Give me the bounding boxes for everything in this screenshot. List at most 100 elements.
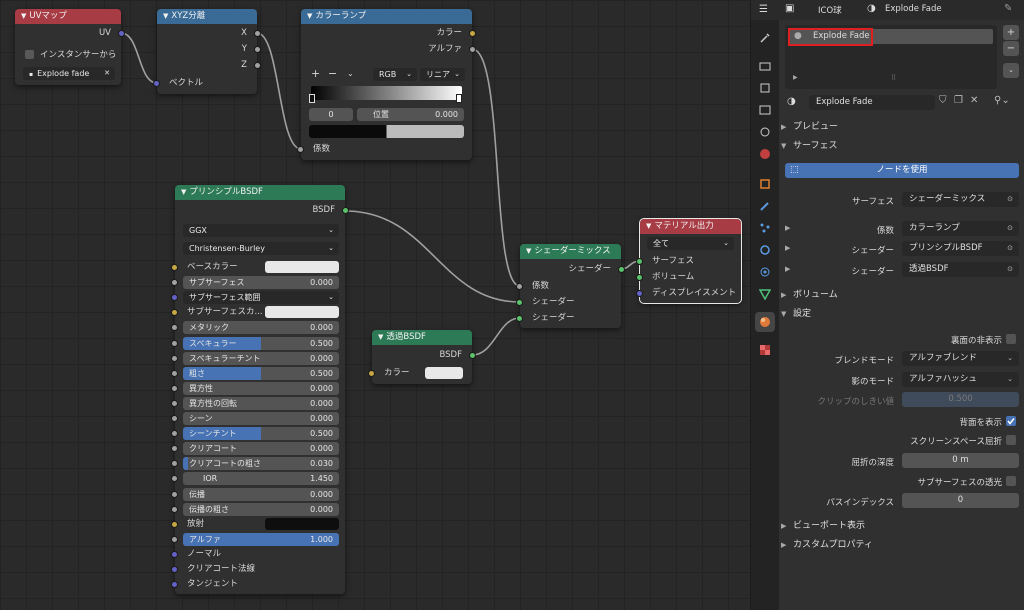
pass-index-field[interactable]: 0 <box>902 493 1019 508</box>
tab-render[interactable] <box>755 56 775 76</box>
tab-constraints[interactable] <box>755 262 775 282</box>
input-socket[interactable] <box>171 279 178 287</box>
transparent-color-socket[interactable] <box>368 370 375 377</box>
input-slider[interactable]: サブサーフェス 0.000 <box>183 276 339 290</box>
surface-socket-link-field[interactable]: プリンシプルBSDF ⊙ <box>902 241 1019 256</box>
bsdf-output-socket[interactable] <box>342 207 349 214</box>
input-socket[interactable] <box>171 324 178 332</box>
unlink-icon[interactable]: ✕ <box>970 95 978 106</box>
color-swatch[interactable] <box>265 517 339 530</box>
material-slot-list[interactable]: ● Explode Fade ▶ ⠿ <box>785 25 997 89</box>
uv-map-selector[interactable]: ▪ Explode fade ✕ <box>23 67 115 80</box>
transparent-color-swatch[interactable] <box>425 367 463 379</box>
input-slider[interactable]: クリアコート 0.000 <box>183 442 339 456</box>
input-slider[interactable]: スペキュラー 0.500 <box>183 336 339 350</box>
expand-arrow-icon[interactable]: ▶ <box>785 224 790 232</box>
add-slot-button[interactable]: + <box>1003 25 1019 40</box>
principled-node-header[interactable]: ▼ プリンシプルBSDF <box>175 185 345 200</box>
mix-shader-node-header[interactable]: ▼ シェーダーミックス <box>520 244 621 259</box>
tab-material[interactable] <box>755 312 775 332</box>
ramp-stop-right[interactable] <box>456 94 462 103</box>
color-ramp-node-header[interactable]: ▼ カラーランプ <box>301 9 472 24</box>
input-socket[interactable] <box>171 445 178 453</box>
pin-icon[interactable]: ✎ <box>1004 3 1012 14</box>
input-socket[interactable] <box>171 294 178 302</box>
input-socket[interactable] <box>171 264 178 271</box>
uvmap-node[interactable]: ▼ UVマップ UV インスタンサーから ▪ Explode fade ✕ <box>15 9 125 85</box>
tab-modifiers[interactable] <box>755 196 775 216</box>
panel-volume[interactable]: ▶ ボリューム <box>781 287 838 303</box>
stop-index-field[interactable]: 0 <box>309 108 353 121</box>
alpha-output-socket[interactable] <box>469 46 476 53</box>
ssr-checkbox[interactable] <box>1006 435 1016 445</box>
tab-output[interactable] <box>755 78 775 98</box>
input-socket[interactable] <box>171 384 178 392</box>
material-name-field[interactable]: Explode Fade <box>809 95 935 110</box>
input-slider[interactable]: 伝播の粗さ 0.000 <box>183 502 339 516</box>
input-socket[interactable] <box>171 354 178 362</box>
input-slider[interactable]: 異方性 0.000 <box>183 381 339 395</box>
volume-input-socket[interactable] <box>636 274 643 281</box>
input-socket[interactable] <box>171 460 178 468</box>
collapse-arrow-icon[interactable]: ▼ <box>21 12 26 20</box>
input-slider[interactable]: スペキュラーチント 0.000 <box>183 351 339 365</box>
mix-shader-node[interactable]: ▼ シェーダーミックス シェーダー 係数 シェーダー シェーダー <box>516 244 625 328</box>
collapse-arrow-icon[interactable]: ▼ <box>378 333 383 341</box>
tab-data[interactable] <box>755 284 775 304</box>
input-slider[interactable]: 粗さ 0.500 <box>183 366 339 380</box>
panel-settings[interactable]: ▼ 設定 <box>781 306 811 322</box>
color-output-socket[interactable] <box>469 30 476 37</box>
remove-stop-button[interactable]: − <box>328 67 337 81</box>
input-slider[interactable]: クリアコートの粗さ 0.030 <box>183 457 339 471</box>
expand-arrow-icon[interactable]: ▶ <box>785 265 790 273</box>
input-slider[interactable]: 伝播 0.000 <box>183 487 339 501</box>
input-socket[interactable] <box>171 566 178 573</box>
surface-socket-link-field[interactable]: シェーダーミックス ⊙ <box>902 192 1019 207</box>
clear-icon[interactable]: ✕ <box>104 67 110 80</box>
panel-viewport-display[interactable]: ▶ ビューポート表示 <box>781 518 865 534</box>
input-socket[interactable] <box>171 415 178 422</box>
mix-shader1-socket[interactable] <box>516 299 523 306</box>
color-swatch[interactable] <box>265 306 339 319</box>
material-output-node-header[interactable]: ▼ マテリアル出力 <box>640 219 741 234</box>
input-slider[interactable]: シーンチント 0.500 <box>183 427 339 441</box>
tab-view-layer[interactable] <box>755 100 775 120</box>
node-link-dropdown-icon[interactable]: ⚲⌄ <box>994 95 1010 106</box>
separate-xyz-node-header[interactable]: ▼ XYZ分離 <box>157 9 257 24</box>
input-socket[interactable] <box>171 369 178 377</box>
slot-specials-button[interactable]: ⌄ <box>1003 63 1019 78</box>
expand-arrow-icon[interactable]: ▶ <box>785 244 790 252</box>
blend-mode-dropdown[interactable]: アルファブレンド ⌄ <box>902 351 1019 366</box>
shadow-mode-dropdown[interactable]: アルファハッシュ ⌄ <box>902 372 1019 387</box>
node-editor[interactable]: ▼ UVマップ UV インスタンサーから ▪ Explode fade ✕ ▼ XYZ… <box>0 0 750 610</box>
principled-bsdf-node[interactable]: ▼ プリンシプルBSDF BSDF GGX ⌄ Christensen-Burley… <box>171 185 349 594</box>
panel-surface[interactable]: ▼ サーフェス <box>781 138 837 154</box>
from-instancer-checkbox[interactable] <box>25 50 34 59</box>
ramp-gradient[interactable] <box>311 86 462 100</box>
material-output-node[interactable]: ▼ マテリアル出力 全て ⌄ サーフェス ボリューム ディスプレイスメント <box>636 218 742 304</box>
add-stop-button[interactable]: + <box>311 67 320 81</box>
material-browse-icon[interactable]: ◑ <box>787 96 796 107</box>
vector-input-socket[interactable] <box>153 80 160 87</box>
separate-xyz-node[interactable]: ▼ XYZ分離 X Y Z ベクトル <box>153 9 261 94</box>
interpolation-dropdown[interactable]: リニア ⌄ <box>420 68 465 81</box>
transparent-bsdf-output-socket[interactable] <box>469 352 476 359</box>
input-socket[interactable] <box>171 490 178 498</box>
resize-handle-icon[interactable]: ⠿ <box>891 74 896 82</box>
input-socket[interactable] <box>171 535 178 543</box>
mix-shader2-socket[interactable] <box>516 315 523 322</box>
transparent-bsdf-node[interactable]: ▼ 透過BSDF BSDF カラー <box>368 330 476 384</box>
collapse-arrow-icon[interactable]: ▼ <box>181 188 186 196</box>
uv-output-socket[interactable] <box>118 30 125 37</box>
output-target-dropdown[interactable]: 全て ⌄ <box>647 237 734 250</box>
y-output-socket[interactable] <box>254 46 261 53</box>
input-socket[interactable] <box>171 309 178 317</box>
transparent-node-header[interactable]: ▼ 透過BSDF <box>372 330 472 345</box>
tab-texture[interactable] <box>755 340 775 360</box>
uvmap-node-header[interactable]: ▼ UVマップ <box>15 9 121 24</box>
input-slider[interactable]: シーン 0.000 <box>183 412 339 425</box>
show-backface-checkbox[interactable] <box>1006 416 1016 426</box>
input-socket[interactable] <box>171 581 178 589</box>
input-socket[interactable] <box>171 520 178 528</box>
use-nodes-button[interactable]: ⬚ ノードを使用 <box>785 163 1019 178</box>
